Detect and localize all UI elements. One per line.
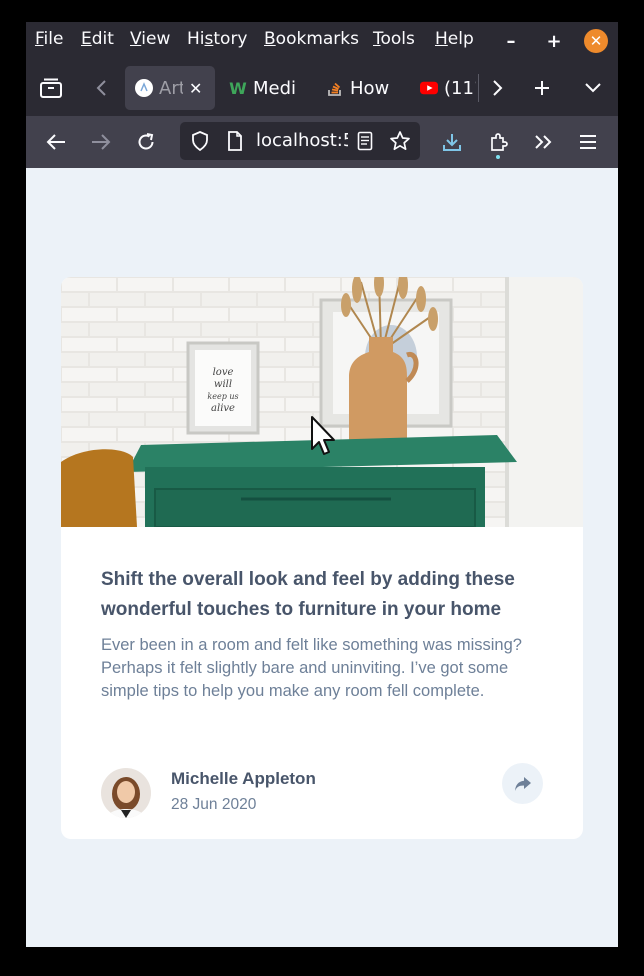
tab-youtube[interactable]: (111	[420, 66, 476, 110]
downloads-icon[interactable]	[437, 127, 467, 157]
article-favicon-icon	[135, 79, 153, 97]
hamburger-menu-icon[interactable]	[573, 127, 603, 157]
article-image: love will keep us alive	[61, 277, 583, 527]
share-icon	[514, 776, 531, 791]
youtube-favicon-icon	[420, 79, 438, 97]
back-icon[interactable]	[41, 127, 71, 157]
extension-indicator-dot	[496, 155, 500, 159]
collections-icon[interactable]	[36, 73, 66, 103]
new-tab-icon[interactable]	[527, 73, 557, 103]
menu-bar: File Edit View History Bookmarks Tools H…	[26, 22, 618, 60]
article-description: Ever been in a room and felt like someth…	[101, 636, 522, 700]
menu-tools[interactable]: Tools	[373, 29, 415, 49]
list-all-tabs-icon[interactable]	[578, 73, 608, 103]
menu-history[interactable]: History	[187, 29, 248, 49]
tab-close-icon[interactable]: ✕	[189, 79, 202, 98]
shield-icon[interactable]	[185, 126, 215, 156]
tab-title: Medi	[253, 77, 295, 99]
menu-edit[interactable]: Edit	[81, 29, 114, 49]
tab-separator	[478, 74, 479, 102]
menu-view[interactable]: View	[130, 29, 170, 49]
article-preview-card: love will keep us alive Shift the overal…	[61, 277, 583, 839]
stackoverflow-favicon-icon	[326, 79, 344, 97]
tab-scroll-left-icon[interactable]	[87, 73, 117, 103]
forward-icon[interactable]	[86, 127, 116, 157]
menu-help[interactable]: Help	[435, 29, 474, 49]
tab-scroll-right-icon[interactable]	[482, 73, 512, 103]
more-tools-icon[interactable]	[528, 127, 558, 157]
minimize-button[interactable]: –	[499, 29, 523, 53]
avatar	[101, 768, 151, 818]
extensions-icon[interactable]	[483, 127, 513, 157]
url-bar[interactable]: localhost:5	[180, 122, 420, 160]
navigation-bar: localhost:5	[26, 116, 618, 168]
article-title[interactable]: Shift the overall look and feel by addin…	[101, 565, 551, 625]
browser-window: File Edit View History Bookmarks Tools H…	[26, 22, 618, 947]
tab-title: Arti	[159, 77, 183, 99]
reload-icon[interactable]	[131, 127, 161, 157]
tab-title: How	[350, 77, 390, 99]
url-text[interactable]: localhost:5	[256, 130, 348, 151]
close-window-button[interactable]: ✕	[584, 29, 608, 53]
mouse-cursor-icon	[311, 416, 335, 455]
share-button[interactable]	[502, 763, 543, 804]
frame-text-4: alive	[211, 403, 235, 414]
reader-view-icon[interactable]	[350, 126, 380, 156]
post-date: 28 Jun 2020	[171, 796, 257, 813]
tab-stackoverflow[interactable]: How	[326, 66, 394, 110]
maximize-button[interactable]: +	[542, 29, 566, 53]
page-content: love will keep us alive Shift the overal…	[26, 168, 618, 947]
frame-text-3: keep us	[207, 392, 238, 401]
frame-text-1: love	[213, 367, 234, 378]
menu-bookmarks[interactable]: Bookmarks	[264, 29, 359, 49]
tab-title: (111	[444, 77, 476, 99]
page-info-icon[interactable]	[220, 126, 250, 156]
w-favicon-icon: W	[229, 78, 247, 98]
tab-article[interactable]: Arti ✕	[125, 66, 215, 110]
bookmark-star-icon[interactable]	[385, 126, 415, 156]
tab-bar: Arti ✕ W Medi How (111	[26, 60, 618, 116]
author-name: Michelle Appleton	[171, 769, 316, 788]
menu-file[interactable]: File	[35, 29, 63, 49]
tab-medium[interactable]: W Medi	[229, 66, 309, 110]
frame-text-2: will	[214, 379, 232, 390]
